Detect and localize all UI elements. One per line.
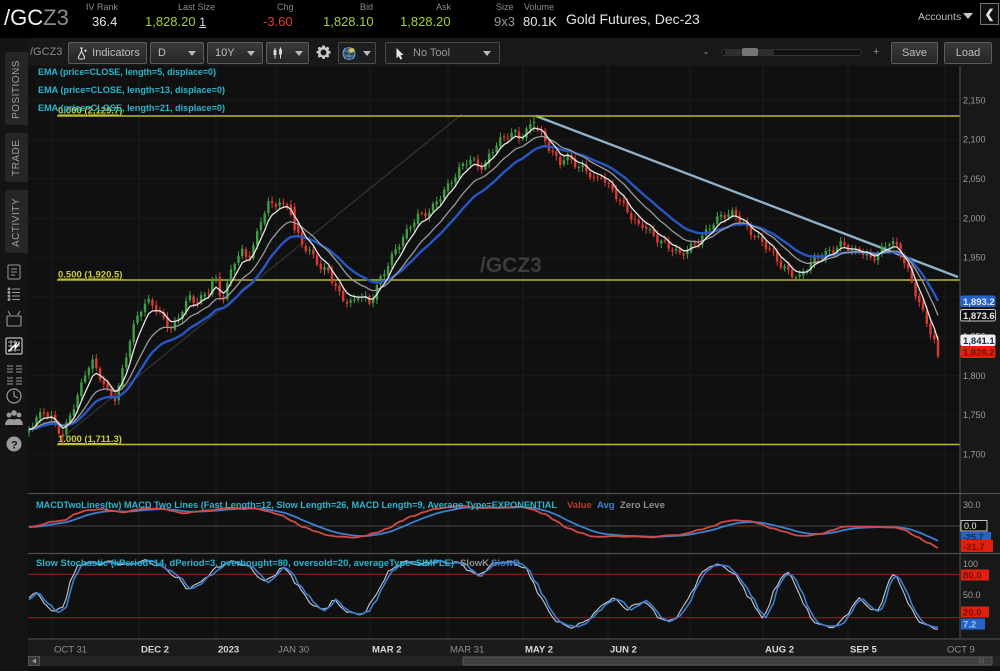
svg-text:2,000: 2,000 — [963, 213, 986, 223]
svg-text:MAR 31: MAR 31 — [450, 645, 484, 656]
svg-text:MAR 2: MAR 2 — [372, 645, 402, 656]
svg-text:Value: Value — [567, 500, 592, 511]
svg-text:OCT 9: OCT 9 — [947, 645, 975, 656]
svg-text:2023: 2023 — [218, 645, 239, 656]
svg-text:/GCZ3: /GCZ3 — [480, 254, 542, 277]
svg-text:0.500 (1,920.5): 0.500 (1,920.5) — [58, 270, 122, 281]
svg-text:-31.7: -31.7 — [963, 542, 985, 553]
svg-text:2,050: 2,050 — [963, 174, 986, 184]
svg-text:1,893.2: 1,893.2 — [963, 297, 995, 308]
svg-text:SEP 5: SEP 5 — [850, 645, 877, 656]
svg-text:1,700: 1,700 — [963, 450, 986, 460]
svg-text:1,800: 1,800 — [963, 371, 986, 381]
svg-text:EMA (price=CLOSE, length=21, d: EMA (price=CLOSE, length=21, displace=0) — [38, 103, 225, 114]
svg-text:Zero Leve: Zero Leve — [620, 500, 665, 511]
svg-text:20.0: 20.0 — [963, 608, 982, 619]
svg-text:1,828.2: 1,828.2 — [963, 348, 995, 359]
svg-text:OCT 31: OCT 31 — [54, 645, 87, 656]
svg-text:Slow Stochastic (kPeriod=14, d: Slow Stochastic (kPeriod=14, dPeriod=3, … — [36, 558, 454, 569]
svg-text:MACDTwoLines(tw) MACD Two Line: MACDTwoLines(tw) MACD Two Lines (Fast Le… — [36, 500, 557, 511]
svg-text:EMA (price=CLOSE, length=13, d: EMA (price=CLOSE, length=13, displace=0) — [38, 85, 225, 96]
svg-text:AUG 2: AUG 2 — [765, 645, 794, 656]
svg-text:1.000 (1,711.3): 1.000 (1,711.3) — [58, 434, 122, 445]
svg-text:DEC 2: DEC 2 — [141, 645, 169, 656]
svg-text:Avg: Avg — [597, 500, 615, 511]
svg-text:SlowD: SlowD — [491, 558, 520, 569]
svg-text:1,950: 1,950 — [963, 253, 986, 263]
svg-text:JAN 30: JAN 30 — [278, 645, 309, 656]
svg-text:2,150: 2,150 — [963, 95, 986, 105]
svg-text:1,750: 1,750 — [963, 410, 986, 420]
svg-text:MAY 2: MAY 2 — [525, 645, 553, 656]
svg-text:100: 100 — [963, 559, 978, 569]
svg-text:0.0: 0.0 — [964, 521, 977, 531]
svg-text:?: ? — [11, 440, 18, 452]
svg-text:EMA (price=CLOSE, length=5, di: EMA (price=CLOSE, length=5, displace=0) — [38, 67, 216, 78]
svg-text:7.2: 7.2 — [963, 620, 976, 631]
svg-text:1,873.6: 1,873.6 — [963, 311, 995, 322]
svg-text:SlowK: SlowK — [460, 558, 489, 569]
svg-text:2,100: 2,100 — [963, 135, 986, 145]
svg-text:30.0: 30.0 — [963, 500, 981, 510]
svg-text:1,841.1: 1,841.1 — [963, 336, 995, 347]
svg-text:JUN 2: JUN 2 — [610, 645, 637, 656]
svg-text:50.0: 50.0 — [963, 590, 981, 600]
svg-text:80.0: 80.0 — [963, 571, 982, 582]
